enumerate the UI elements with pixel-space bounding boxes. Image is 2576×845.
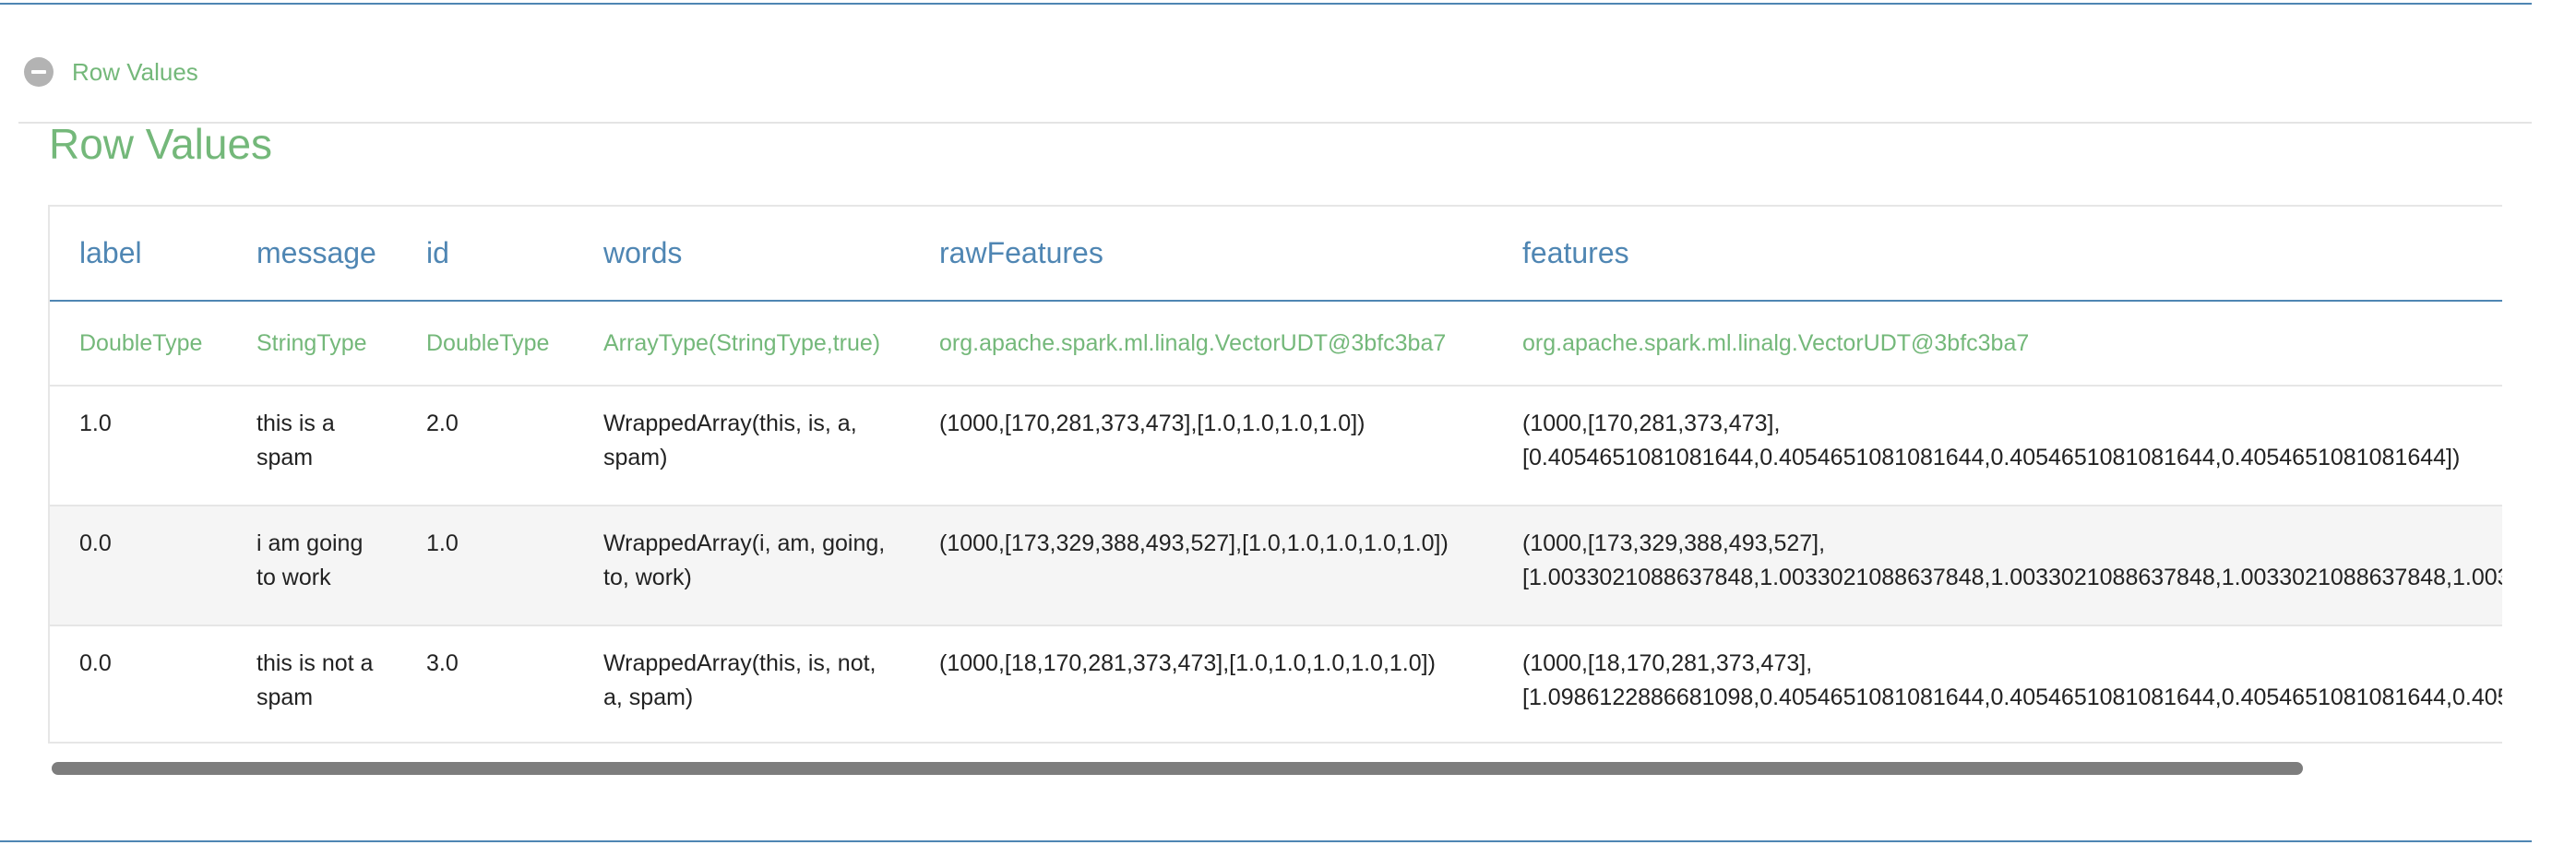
row-values-table-container: label message id words rawFeatures featu…	[48, 205, 2502, 744]
section-title: Row Values	[49, 120, 273, 168]
cell-label: 0.0	[50, 625, 227, 742]
cell-label: 0.0	[50, 506, 227, 626]
type-features: org.apache.spark.ml.linalg.VectorUDT@3bf…	[1493, 301, 2502, 387]
section-divider	[18, 122, 2532, 124]
cell-features-line-2: [0.4054651081081644,0.4054651081081644,0…	[1522, 445, 2461, 470]
column-header-message: message	[227, 207, 397, 302]
cell-message: this is a spam	[227, 386, 397, 506]
type-rawfeatures: org.apache.spark.ml.linalg.VectorUDT@3bf…	[910, 301, 1493, 387]
cell-rawfeatures: (1000,[18,170,281,373,473],[1.0,1.0,1.0,…	[910, 625, 1493, 742]
table-row: 0.0 this is not a spam 3.0 WrappedArray(…	[50, 625, 2502, 742]
header-row: label message id words rawFeatures featu…	[50, 207, 2502, 302]
cell-features-line-1: (1000,[170,281,373,473],	[1522, 411, 1781, 436]
cell-id: 3.0	[397, 625, 574, 742]
toggle-label[interactable]: Row Values	[72, 58, 198, 87]
horizontal-scrollbar[interactable]	[48, 758, 2502, 779]
cell-label: 1.0	[50, 386, 227, 506]
type-words: ArrayType(StringType,true)	[574, 301, 910, 387]
cell-id: 2.0	[397, 386, 574, 506]
cell-features-line-1: (1000,[173,329,388,493,527],	[1522, 530, 1826, 556]
cell-words: WrappedArray(this, is, a, spam)	[574, 386, 910, 506]
minus-circle-icon[interactable]	[24, 57, 54, 87]
column-header-label: label	[50, 207, 227, 302]
cell-message: this is not a spam	[227, 625, 397, 742]
cell-rawfeatures: (1000,[173,329,388,493,527],[1.0,1.0,1.0…	[910, 506, 1493, 626]
cell-features: (1000,[18,170,281,373,473], [1.098612288…	[1493, 625, 2502, 742]
column-header-features: features	[1493, 207, 2502, 302]
type-id: DoubleType	[397, 301, 574, 387]
column-header-id: id	[397, 207, 574, 302]
cell-id: 1.0	[397, 506, 574, 626]
horizontal-scrollbar-thumb[interactable]	[52, 762, 2303, 775]
row-values-table: label message id words rawFeatures featu…	[50, 207, 2502, 742]
type-label: DoubleType	[50, 301, 227, 387]
cell-features-line-1: (1000,[18,170,281,373,473],	[1522, 650, 1813, 676]
row-values-collapse-toggle[interactable]: Row Values	[24, 55, 198, 89]
type-row: DoubleType StringType DoubleType ArrayTy…	[50, 301, 2502, 387]
cell-rawfeatures: (1000,[170,281,373,473],[1.0,1.0,1.0,1.0…	[910, 386, 1493, 506]
table-row: 0.0 i am going to work 1.0 WrappedArray(…	[50, 506, 2502, 626]
table-row: 1.0 this is a spam 2.0 WrappedArray(this…	[50, 386, 2502, 506]
top-divider	[0, 3, 2532, 5]
type-message: StringType	[227, 301, 397, 387]
cell-words: WrappedArray(i, am, going, to, work)	[574, 506, 910, 626]
cell-features-line-2: [1.0033021088637848,1.0033021088637848,1…	[1522, 565, 2502, 590]
cell-words: WrappedArray(this, is, not, a, spam)	[574, 625, 910, 742]
column-header-words: words	[574, 207, 910, 302]
cell-features: (1000,[170,281,373,473], [0.405465108108…	[1493, 386, 2502, 506]
cell-features: (1000,[173,329,388,493,527], [1.00330210…	[1493, 506, 2502, 626]
column-header-rawfeatures: rawFeatures	[910, 207, 1493, 302]
cell-message: i am going to work	[227, 506, 397, 626]
bottom-divider	[0, 840, 2532, 842]
cell-features-line-2: [1.0986122886681098,0.4054651081081644,0…	[1522, 684, 2502, 710]
